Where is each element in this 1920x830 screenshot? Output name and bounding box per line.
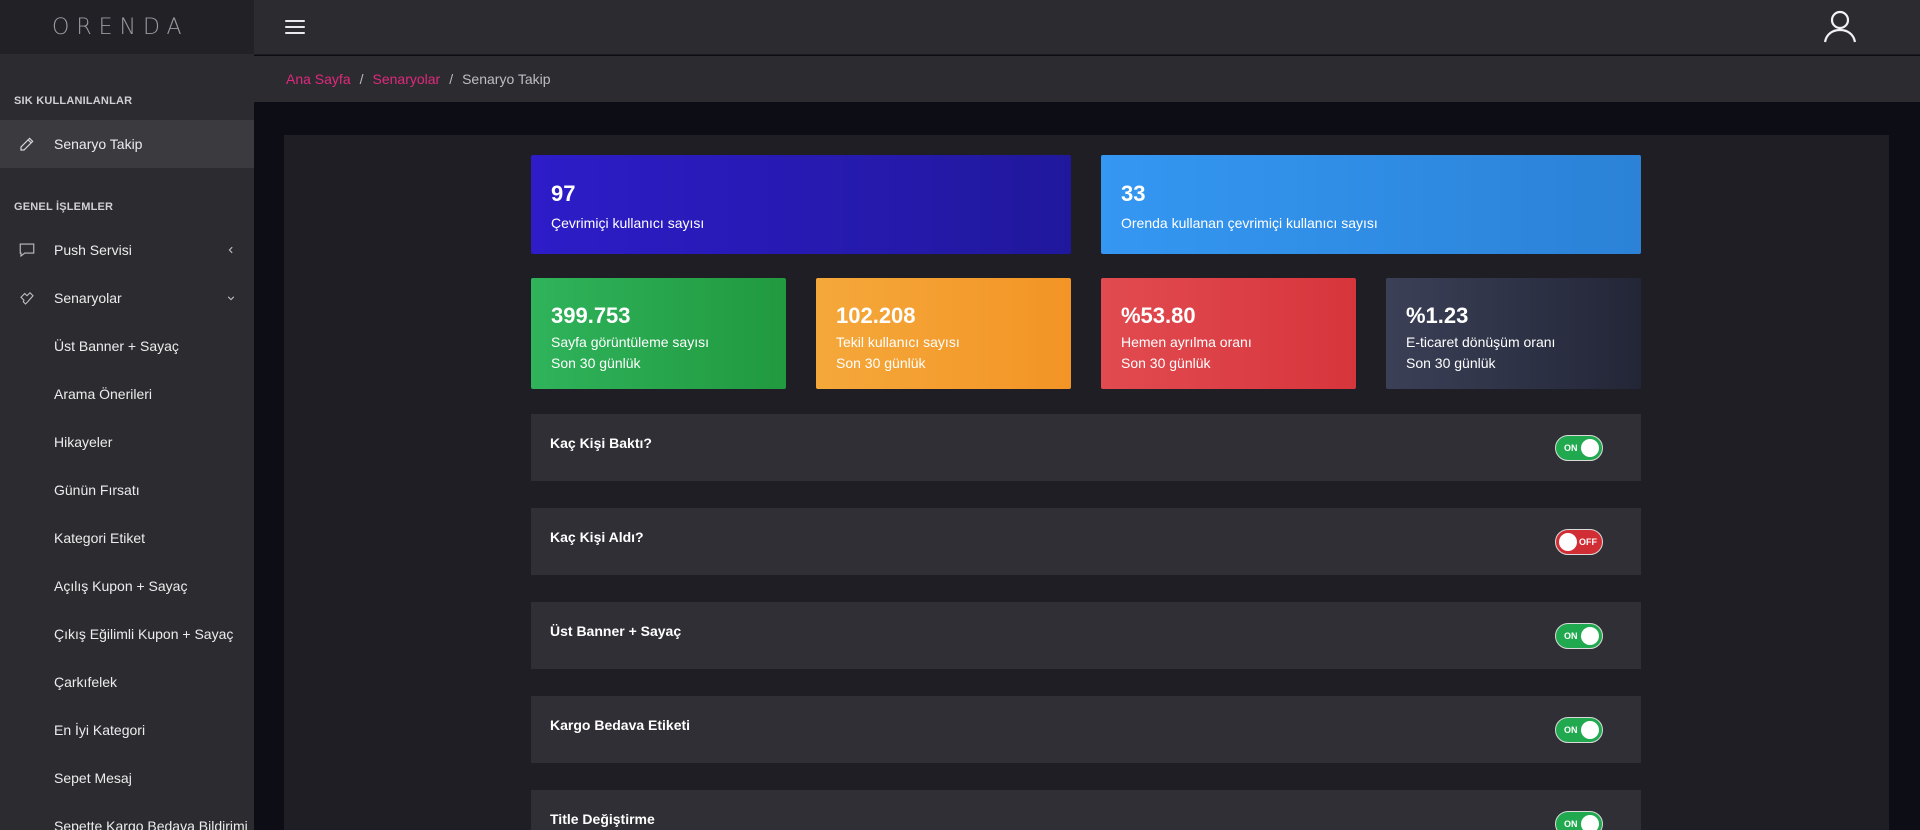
stat-period: Son 30 günlük	[836, 355, 926, 371]
scenario-title: Title Değiştirme	[550, 811, 655, 827]
sidebar-subitem-gunun-firsati[interactable]: Günün Fırsatı	[0, 466, 254, 514]
breadcrumb-parent-link[interactable]: Senaryolar	[373, 71, 441, 87]
toggle-state-label: ON	[1564, 725, 1578, 735]
scenario-row-title-degistirme: Title Değiştirme ON	[531, 790, 1641, 830]
brand-logo-text: ORENDA	[52, 14, 189, 40]
scenario-toggle[interactable]: OFF	[1555, 529, 1603, 555]
stat-label: Tekil kullanıcı sayısı	[836, 334, 960, 350]
stat-label: Çevrimiçi kullanıcı sayısı	[551, 215, 705, 231]
breadcrumb-separator: /	[359, 71, 364, 87]
user-profile-icon[interactable]	[1822, 8, 1858, 44]
hand-icon	[0, 289, 54, 307]
toggle-state-label: ON	[1564, 631, 1578, 641]
sidebar-subitem-en-iyi-kategori[interactable]: En İyi Kategori	[0, 706, 254, 754]
sidebar-item-push-servisi[interactable]: Push Servisi	[0, 226, 254, 274]
sidebar-subitem-ust-banner[interactable]: Üst Banner + Sayaç	[0, 322, 254, 370]
stat-value: %1.23	[1406, 303, 1469, 328]
sidebar-subitem-sepet-mesaj[interactable]: Sepet Mesaj	[0, 754, 254, 802]
stat-value: 33	[1121, 181, 1146, 206]
sidebar-section-frequent: SIK KULLANILANLAR	[14, 95, 133, 107]
stat-card-bounce-rate: %53.80 Hemen ayrılma oranı Son 30 günlük	[1101, 278, 1356, 389]
toggle-knob	[1581, 721, 1599, 739]
sidebar-item-label: Senaryo Takip	[54, 136, 143, 152]
stat-label: E-ticaret dönüşüm oranı	[1406, 334, 1556, 350]
chevron-down-icon	[226, 293, 236, 303]
stat-label: Orenda kullanan çevrimiçi kullanıcı sayı…	[1121, 215, 1378, 231]
sidebar-item-label: Push Servisi	[54, 242, 132, 258]
comment-icon	[0, 241, 54, 259]
toggle-state-label: ON	[1564, 443, 1578, 453]
stat-card-online-users: 97 Çevrimiçi kullanıcı sayısı	[531, 155, 1071, 254]
pencil-icon	[0, 135, 54, 153]
sidebar-section-general: GENEL İŞLEMLER	[14, 201, 114, 213]
stat-card-conversion-rate: %1.23 E-ticaret dönüşüm oranı Son 30 gün…	[1386, 278, 1641, 389]
scenario-toggle[interactable]: ON	[1555, 623, 1603, 649]
stat-card-unique-users: 102.208 Tekil kullanıcı sayısı Son 30 gü…	[816, 278, 1071, 389]
toggle-knob	[1581, 627, 1599, 645]
stat-value: 399.753	[551, 303, 631, 328]
sidebar-item-label: Senaryolar	[54, 290, 122, 306]
toggle-knob	[1581, 815, 1599, 830]
sidebar-subitem-carkifelek[interactable]: Çarkıfelek	[0, 658, 254, 706]
hamburger-menu-icon[interactable]	[285, 20, 305, 36]
stat-value: 97	[551, 181, 576, 206]
breadcrumb-home-link[interactable]: Ana Sayfa	[286, 71, 351, 87]
stat-label: Sayfa görüntüleme sayısı	[551, 334, 709, 350]
stat-card-page-views: 399.753 Sayfa görüntüleme sayısı Son 30 …	[531, 278, 786, 389]
scenario-title: Kaç Kişi Aldı?	[550, 529, 644, 545]
toggle-knob	[1559, 533, 1577, 551]
sidebar: ORENDA SIK KULLANILANLAR Senaryo Takip G…	[0, 0, 254, 830]
sidebar-subitem-sepette-kargo[interactable]: Sepette Kargo Bedava Bildirimi	[0, 802, 254, 830]
sidebar-subitem-acilis-kupon[interactable]: Açılış Kupon + Sayaç	[0, 562, 254, 610]
stat-value: 102.208	[836, 303, 916, 328]
sidebar-item-senaryolar[interactable]: Senaryolar	[0, 274, 254, 322]
stat-period: Son 30 günlük	[1406, 355, 1496, 371]
scenario-title: Üst Banner + Sayaç	[550, 623, 682, 639]
scenario-title: Kargo Bedava Etiketi	[550, 717, 691, 733]
breadcrumb: Ana Sayfa / Senaryolar / Senaryo Takip	[254, 56, 1920, 102]
top-bar	[254, 0, 1920, 55]
breadcrumb-current: Senaryo Takip	[462, 71, 551, 87]
scenario-row-ust-banner-sayac: Üst Banner + Sayaç ON	[531, 602, 1641, 669]
brand-logo[interactable]: ORENDA	[0, 0, 254, 54]
scenario-toggle[interactable]: ON	[1555, 811, 1603, 830]
toggle-knob	[1581, 439, 1599, 457]
sidebar-subitem-hikayeler[interactable]: Hikayeler	[0, 418, 254, 466]
toggle-state-label: OFF	[1579, 537, 1597, 547]
scenario-row-kac-kisi-aldi: Kaç Kişi Aldı? OFF	[531, 508, 1641, 575]
chevron-left-icon	[226, 245, 236, 255]
scenario-row-kac-kisi-bakti: Kaç Kişi Baktı? ON	[531, 414, 1641, 481]
sidebar-subitem-kategori-etiket[interactable]: Kategori Etiket	[0, 514, 254, 562]
sidebar-subitem-cikis-kupon[interactable]: Çıkış Eğilimli Kupon + Sayaç	[0, 610, 254, 658]
toggle-state-label: ON	[1564, 819, 1578, 829]
sidebar-subitem-arama-onerileri[interactable]: Arama Önerileri	[0, 370, 254, 418]
stat-period: Son 30 günlük	[551, 355, 641, 371]
stat-value: %53.80	[1121, 303, 1196, 328]
stat-period: Son 30 günlük	[1121, 355, 1211, 371]
stat-card-orenda-online-users: 33 Orenda kullanan çevrimiçi kullanıcı s…	[1101, 155, 1641, 254]
scenario-row-kargo-bedava-etiketi: Kargo Bedava Etiketi ON	[531, 696, 1641, 763]
scenario-title: Kaç Kişi Baktı?	[550, 435, 652, 451]
stat-label: Hemen ayrılma oranı	[1121, 334, 1252, 350]
sidebar-item-senaryo-takip[interactable]: Senaryo Takip	[0, 120, 254, 168]
scenario-toggle[interactable]: ON	[1555, 435, 1603, 461]
breadcrumb-separator: /	[449, 71, 454, 87]
scenario-toggle[interactable]: ON	[1555, 717, 1603, 743]
